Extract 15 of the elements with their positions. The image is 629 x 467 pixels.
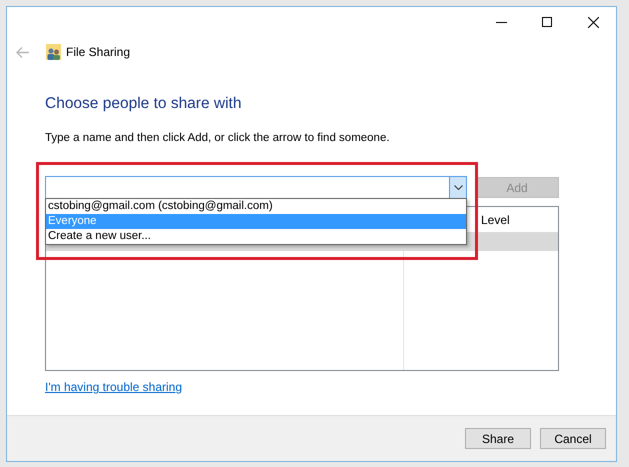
- chevron-down-icon: [454, 185, 462, 190]
- back-arrow-icon: [16, 46, 28, 58]
- close-icon: [588, 16, 598, 28]
- people-icon: [46, 44, 61, 60]
- dialog-button[interactable]: Cancel: [540, 428, 606, 449]
- dialog-button[interactable]: Share: [465, 428, 531, 449]
- column-header[interactable]: Level: [481, 210, 510, 229]
- instruction-text: Type a name and then click Add, or click the arrow to find someone.: [45, 131, 391, 146]
- window-title: File Sharing: [66, 44, 130, 61]
- maximize-icon: [542, 17, 552, 27]
- suggestion-item[interactable]: Create a new user...: [46, 229, 466, 244]
- suggestion-item[interactable]: cstobing@gmail.com (cstobing@gmail.com): [46, 199, 466, 214]
- page-heading: Choose people to share with: [45, 94, 242, 114]
- help-link[interactable]: I'm having trouble sharing: [45, 378, 182, 396]
- dropdown-arrow-button[interactable]: [449, 177, 466, 198]
